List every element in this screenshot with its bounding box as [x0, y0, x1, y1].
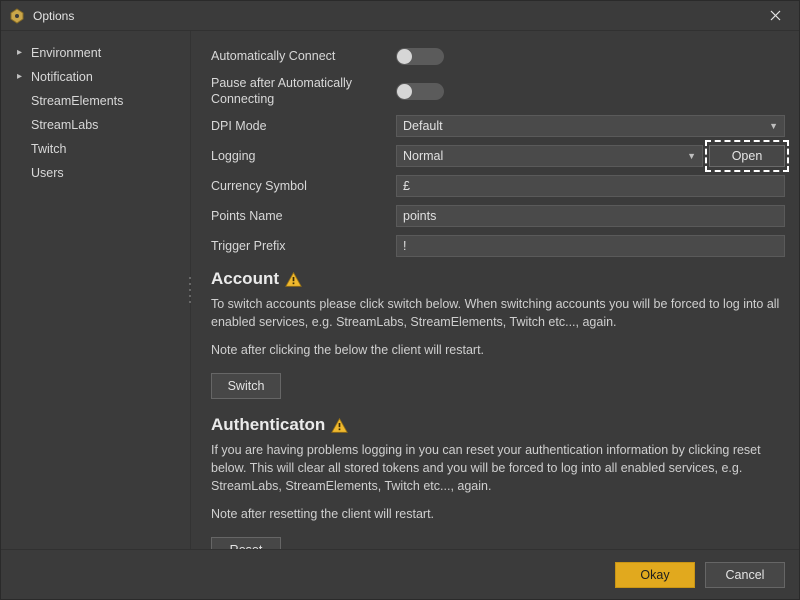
account-desc-2: Note after clicking the below the client…	[211, 341, 785, 359]
button-label: Open	[732, 149, 763, 163]
sidebar: Environment Notification StreamElements …	[1, 31, 191, 549]
button-label: Cancel	[726, 568, 765, 582]
titlebar: Options	[1, 1, 799, 31]
trigger-prefix-input[interactable]	[396, 235, 785, 257]
points-name-label: Points Name	[211, 208, 396, 224]
reset-button[interactable]: Reset	[211, 537, 281, 549]
points-name-input[interactable]	[396, 205, 785, 227]
app-icon	[9, 8, 25, 24]
sidebar-item-label: Environment	[31, 46, 101, 60]
heading-text: Account	[211, 269, 279, 289]
chevron-down-icon: ▼	[681, 151, 696, 161]
sidebar-item-label: StreamLabs	[31, 118, 98, 132]
trigger-prefix-label: Trigger Prefix	[211, 238, 396, 254]
body: Environment Notification StreamElements …	[1, 31, 799, 549]
sidebar-item-streamelements[interactable]: StreamElements	[1, 89, 190, 113]
sidebar-item-twitch[interactable]: Twitch	[1, 137, 190, 161]
sidebar-item-users[interactable]: Users	[1, 161, 190, 185]
logging-select[interactable]: Normal ▼	[396, 145, 703, 167]
sidebar-item-streamlabs[interactable]: StreamLabs	[1, 113, 190, 137]
okay-button[interactable]: Okay	[615, 562, 695, 588]
button-label: Okay	[640, 568, 669, 582]
auth-desc-1: If you are having problems logging in yo…	[211, 441, 785, 495]
window-close-button[interactable]	[759, 1, 791, 31]
currency-symbol-input[interactable]	[396, 175, 785, 197]
auto-connect-toggle[interactable]	[396, 48, 444, 65]
warning-icon	[331, 417, 348, 434]
warning-icon	[285, 271, 302, 288]
sidebar-item-notification[interactable]: Notification	[1, 65, 190, 89]
window-title: Options	[33, 9, 759, 23]
button-label: Switch	[228, 379, 265, 393]
switch-button[interactable]: Switch	[211, 373, 281, 399]
close-icon	[770, 10, 781, 21]
logging-label: Logging	[211, 148, 396, 164]
account-desc-1: To switch accounts please click switch b…	[211, 295, 785, 331]
currency-symbol-label: Currency Symbol	[211, 178, 396, 194]
sidebar-item-label: StreamElements	[31, 94, 123, 108]
chevron-down-icon: ▼	[763, 121, 778, 131]
content-panel: Automatically Connect Pause after Automa…	[191, 31, 799, 549]
sidebar-item-label: Notification	[31, 70, 93, 84]
footer: Okay Cancel	[1, 549, 799, 599]
select-value: Normal	[403, 149, 443, 163]
account-heading: Account	[211, 269, 785, 289]
toggle-knob	[397, 49, 412, 64]
cancel-button[interactable]: Cancel	[705, 562, 785, 588]
sidebar-item-label: Twitch	[31, 142, 66, 156]
sidebar-item-label: Users	[31, 166, 64, 180]
toggle-knob	[397, 84, 412, 99]
heading-text: Authenticaton	[211, 415, 325, 435]
sidebar-item-environment[interactable]: Environment	[1, 41, 190, 65]
select-value: Default	[403, 119, 443, 133]
pause-after-toggle[interactable]	[396, 83, 444, 100]
authentication-heading: Authenticaton	[211, 415, 785, 435]
pause-after-label: Pause after Automatically Connecting	[211, 75, 396, 107]
auth-desc-2: Note after resetting the client will res…	[211, 505, 785, 523]
options-window: Options Environment Notification StreamE…	[0, 0, 800, 600]
auto-connect-label: Automatically Connect	[211, 48, 396, 64]
dpi-mode-label: DPI Mode	[211, 118, 396, 134]
resize-grip[interactable]	[187, 277, 193, 303]
logging-open-button[interactable]: Open	[709, 145, 785, 167]
dpi-mode-select[interactable]: Default ▼	[396, 115, 785, 137]
